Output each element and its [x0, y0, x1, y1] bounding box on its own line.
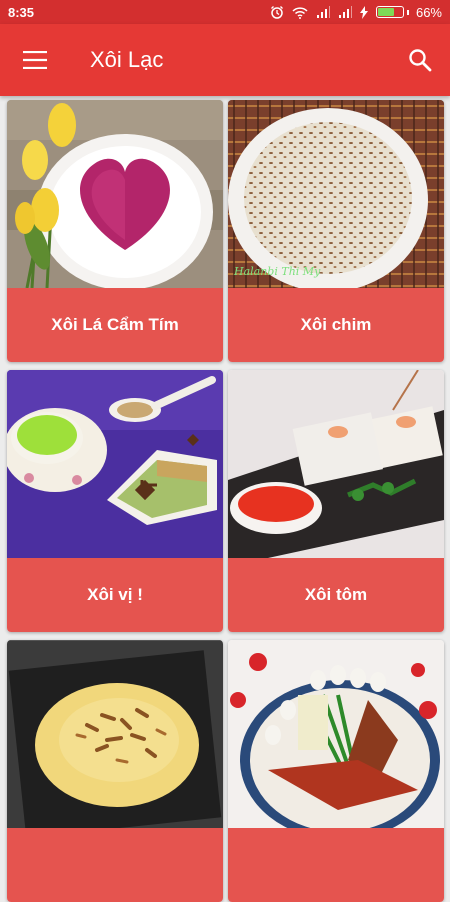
signal-icon-1	[316, 6, 330, 18]
page-title: Xôi Lạc	[90, 47, 164, 72]
recipe-card-xoi-tom[interactable]: Xôi tôm	[228, 370, 444, 632]
recipe-card-6[interactable]	[228, 640, 444, 902]
recipe-image-purple-sticky-rice	[7, 100, 223, 288]
signal-icon-2	[338, 6, 352, 18]
battery-percent: 66%	[415, 4, 442, 20]
status-bar: 8:35 66%	[0, 0, 450, 24]
recipe-card-label	[7, 828, 223, 902]
app-bar: Xôi Lạc	[0, 24, 450, 96]
battery-indicator: 66%	[375, 4, 442, 20]
battery-fill	[377, 8, 394, 16]
recipe-card-label: Xôi Lá Cẩm Tím	[7, 288, 223, 362]
search-button[interactable]	[390, 24, 450, 96]
charging-icon	[359, 5, 368, 19]
recipe-card-5[interactable]	[7, 640, 223, 902]
recipe-image-green-tea-rice-cake	[7, 370, 223, 558]
recipe-card-label: Xôi chim	[228, 288, 444, 362]
search-icon	[409, 49, 432, 72]
image-watermark: Halanbi Thi My	[233, 265, 321, 278]
alarm-icon	[271, 6, 283, 19]
recipe-card-xoi-chim[interactable]: Halanbi Thi My Xôi chim	[228, 100, 444, 362]
recipe-card-xoi-vi[interactable]: Xôi vị !	[7, 370, 223, 632]
hamburger-menu-icon	[23, 51, 47, 69]
status-time: 8:35	[8, 4, 35, 20]
recipe-card-label	[228, 828, 444, 902]
recipe-image-shrimp-sticky-rice	[228, 370, 444, 558]
menu-button[interactable]	[0, 24, 70, 96]
recipe-card-xoi-la-cam-tim[interactable]: Xôi Lá Cẩm Tím	[7, 100, 223, 362]
wifi-icon	[292, 6, 308, 19]
recipe-card-label: Xôi tôm	[228, 558, 444, 632]
recipe-image-sticky-rice-plate: Halanbi Thi My	[228, 100, 444, 288]
recipe-card-label: Xôi vị !	[7, 558, 223, 632]
